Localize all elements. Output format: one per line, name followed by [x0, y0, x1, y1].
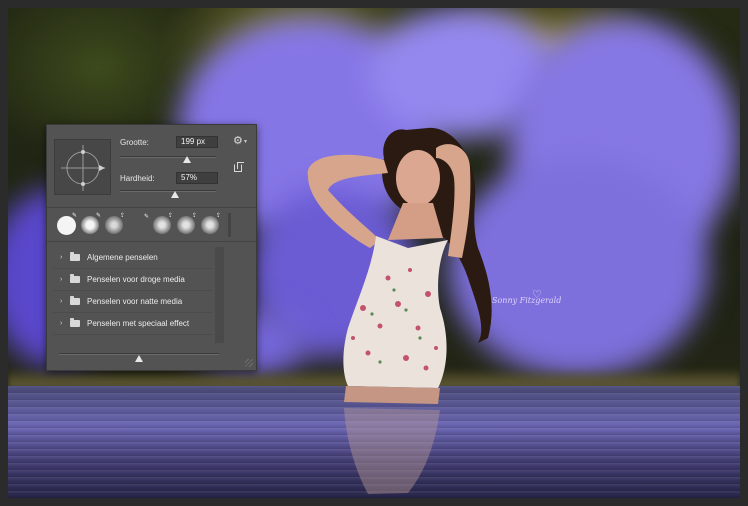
- size-slider-thumb[interactable]: [183, 156, 192, 163]
- hardness-slider-thumb[interactable]: [170, 191, 179, 198]
- brush-tile-soft-round[interactable]: ⇪: [174, 213, 198, 237]
- brush-group-label: Penselen met speciaal effect: [87, 319, 190, 328]
- brush-tile-soft-round[interactable]: ⇪: [150, 213, 174, 237]
- brush-group-item[interactable]: › Penselen voor natte media: [53, 291, 213, 313]
- size-slider-track[interactable]: [120, 156, 216, 158]
- brush-preset-panel: Grootte: 199 px ⚙ ▼ Hardheid: 57% ✎ ✎ ⇪ …: [46, 124, 257, 371]
- brush-angle-preview[interactable]: [54, 139, 111, 195]
- heart-icon: ♡: [532, 288, 542, 301]
- pencil-icon: ✎: [95, 213, 101, 219]
- resize-grip[interactable]: [245, 359, 253, 367]
- hardness-input[interactable]: 57%: [176, 172, 218, 184]
- brush-tile-empty[interactable]: ✎: [126, 213, 150, 237]
- brush-group-label: Penselen voor droge media: [87, 275, 185, 284]
- new-preset-icon[interactable]: [234, 162, 244, 172]
- pencil-icon: ✎: [143, 214, 149, 220]
- recent-brushes-strip: ✎ ✎ ⇪ ✎ ⇪ ⇪ ⇪: [54, 213, 226, 237]
- pencil-icon: ✎: [71, 213, 77, 219]
- hardness-slider-track[interactable]: [120, 190, 216, 192]
- brush-group-list: › Algemene penselen › Penselen voor drog…: [53, 247, 213, 335]
- brush-tile-soft-round[interactable]: ⇪: [198, 213, 222, 237]
- size-label: Grootte:: [120, 138, 149, 147]
- folder-icon: [70, 274, 80, 283]
- folder-icon: [70, 252, 80, 261]
- brush-list-scrollbar[interactable]: [215, 247, 224, 343]
- hardness-label: Hardheid:: [120, 174, 155, 183]
- brush-group-label: Penselen voor natte media: [87, 297, 183, 306]
- brush-tile-hard-round[interactable]: ✎: [54, 213, 78, 237]
- angle-roundness-icon: [61, 145, 105, 191]
- upload-icon: ⇪: [167, 213, 173, 219]
- brush-group-item[interactable]: › Penselen voor droge media: [53, 269, 213, 291]
- brush-group-item[interactable]: › Penselen met speciaal effect: [53, 313, 213, 335]
- folder-icon: [70, 318, 80, 327]
- brush-group-label: Algemene penselen: [87, 253, 158, 262]
- chevron-right-icon[interactable]: ›: [60, 276, 70, 283]
- upload-icon: ⇪: [119, 213, 125, 219]
- gear-icon[interactable]: ⚙: [233, 136, 243, 147]
- brush-strip-scrollbar[interactable]: [228, 213, 231, 237]
- preview-size-slider-thumb[interactable]: [135, 355, 143, 362]
- chevron-right-icon[interactable]: ›: [60, 254, 70, 261]
- chevron-right-icon[interactable]: ›: [60, 298, 70, 305]
- signature-watermark: Sonny Fitzgerald ♡: [492, 288, 562, 305]
- panel-divider: [47, 241, 256, 242]
- panel-divider: [47, 207, 256, 208]
- upload-icon: ⇪: [191, 213, 197, 219]
- folder-icon: [70, 296, 80, 305]
- brush-tile-soft-round[interactable]: ⇪: [102, 213, 126, 237]
- brush-group-item[interactable]: › Algemene penselen: [53, 247, 213, 269]
- chevron-right-icon[interactable]: ›: [60, 320, 70, 327]
- brush-tile-soft-round[interactable]: ✎: [78, 213, 102, 237]
- upload-icon: ⇪: [215, 213, 221, 219]
- chevron-down-icon: ▼: [243, 139, 248, 145]
- size-input[interactable]: 199 px: [176, 136, 218, 148]
